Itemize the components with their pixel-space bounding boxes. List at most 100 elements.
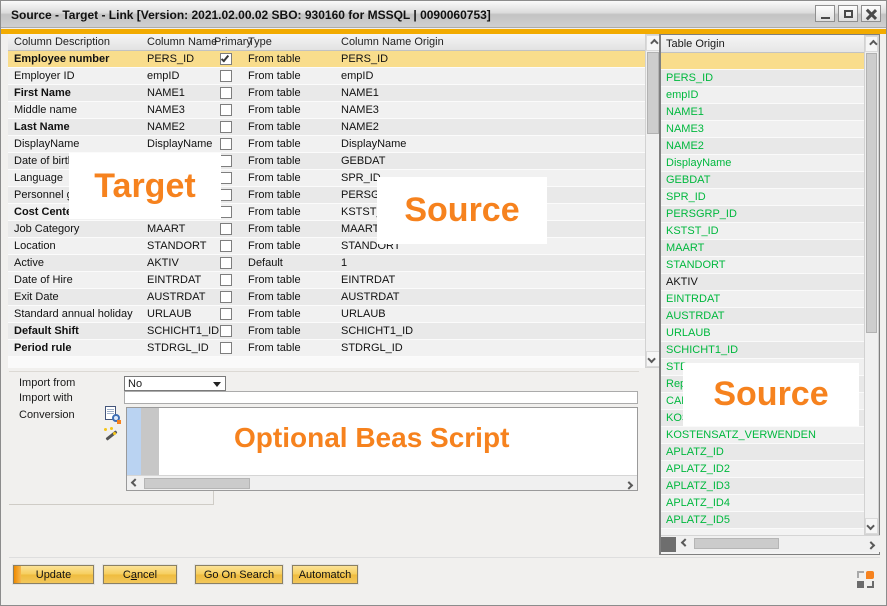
origin-list-item[interactable]: MAART [661,240,864,257]
editor-scroll-right-button[interactable] [622,477,636,490]
origin-list-item[interactable]: APLATZ_ID [661,444,864,461]
primary-checkbox[interactable] [220,274,232,286]
editor-hscrollbar-thumb[interactable] [144,478,250,489]
origin-list-item[interactable]: NAME1 [661,104,864,121]
origin-list-item[interactable]: NAME3 [661,121,864,138]
origin-list-item[interactable]: APLATZ_ID4 [661,495,864,512]
origin-item-label: MAART [666,242,704,254]
automatch-button[interactable]: Automatch [292,565,358,584]
origin-list-item[interactable]: EINTRDAT [661,291,864,308]
origin-list-item[interactable]: APLATZ_ID3 [661,478,864,495]
header-type[interactable]: Type [248,36,272,48]
table-row[interactable]: Last NameNAME2From tableNAME2 [8,119,645,136]
primary-checkbox[interactable] [220,87,232,99]
origin-list-item[interactable]: URLAUB [661,325,864,342]
editor-scroll-left-button[interactable] [128,477,142,490]
origin-list-item[interactable]: NAME2 [661,138,864,155]
import-from-dropdown[interactable]: No [124,376,226,391]
primary-checkbox[interactable] [220,223,232,235]
origin-list-item[interactable]: PERS_ID [661,70,864,87]
table-row[interactable]: DisplayNameDisplayNameFrom tableDisplayN… [8,136,645,153]
table-origin-header[interactable]: Table Origin [661,35,864,53]
close-icon [866,9,876,19]
panel-horizontal-scrollbar[interactable] [661,535,880,552]
panel-hscrollbar-thumb[interactable] [694,538,779,549]
grid-scroll-down-button[interactable] [646,351,660,367]
table-row[interactable]: Date of HireEINTRDATFrom tableEINTRDAT [8,272,645,289]
panel-scroll-up-button[interactable] [865,36,878,52]
expand-form-button[interactable] [857,571,874,588]
primary-checkbox[interactable] [220,240,232,252]
primary-checkbox[interactable] [220,104,232,116]
origin-list-item[interactable]: KSTST_ID [661,223,864,240]
origin-list-item[interactable]: SPR_ID [661,189,864,206]
update-button[interactable]: Update [13,565,94,584]
primary-checkbox[interactable] [220,325,232,337]
cell-origin: URLAUB [341,308,386,320]
header-column-description[interactable]: Column Description [14,36,110,48]
maximize-button[interactable] [838,5,858,22]
origin-list-item[interactable]: APLATZ_ID2 [661,461,864,478]
primary-checkbox[interactable] [220,53,232,65]
table-row[interactable]: LocationSTANDORTFrom tableSTANDORT [8,238,645,255]
table-row[interactable]: Middle nameNAME3From tableNAME3 [8,102,645,119]
grid-scrollbar-thumb[interactable] [647,52,659,134]
origin-list-item[interactable]: AKTIV [661,274,864,291]
cell-type: From table [248,53,301,65]
primary-checkbox[interactable] [220,189,232,201]
primary-checkbox[interactable] [220,138,232,150]
cell-type: From table [248,325,301,337]
preview-script-button[interactable] [103,406,120,423]
editor-horizontal-scrollbar[interactable] [127,475,637,490]
origin-item-label: APLATZ_ID5 [666,514,730,526]
table-row[interactable]: Exit DateAUSTRDATFrom tableAUSTRDAT [8,289,645,306]
header-column-name-origin[interactable]: Column Name Origin [341,36,444,48]
import-with-input[interactable] [124,391,638,404]
primary-checkbox[interactable] [220,257,232,269]
script-wizard-button[interactable] [103,427,120,444]
panel-scrollbar-thumb[interactable] [866,53,877,333]
table-row[interactable]: First NameNAME1From tableNAME1 [8,85,645,102]
primary-checkbox[interactable] [220,121,232,133]
table-row[interactable]: ActiveAKTIVDefault1 [8,255,645,272]
table-row[interactable]: Default ShiftSCHICHT1_IDFrom tableSCHICH… [8,323,645,340]
title-bar[interactable]: Source - Target - Link [Version: 2021.02… [1,1,886,28]
primary-checkbox[interactable] [220,342,232,354]
origin-list-item[interactable]: AUSTRDAT [661,308,864,325]
origin-list-item[interactable]: APLATZ_ID5 [661,512,864,529]
panel-scroll-down-button[interactable] [865,518,878,534]
sparkle-icon [110,427,113,430]
panel-scroll-left-button[interactable] [678,537,692,550]
grid-scroll-up-button[interactable] [646,35,660,51]
table-row[interactable]: Standard annual holidayURLAUBFrom tableU… [8,306,645,323]
primary-checkbox[interactable] [220,291,232,303]
panel-vertical-scrollbar[interactable] [864,35,879,535]
table-row[interactable]: Employee numberPERS_IDFrom tablePERS_ID [8,51,645,68]
panel-scroll-right-button[interactable] [864,537,878,550]
origin-item-label: NAME2 [666,140,704,152]
origin-list-item[interactable]: GEBDAT [661,172,864,189]
primary-checkbox[interactable] [220,155,232,167]
cell-origin: SCHICHT1_ID [341,325,413,337]
primary-checkbox[interactable] [220,70,232,82]
header-primary[interactable]: Primary [214,36,252,48]
minimize-button[interactable] [815,5,835,22]
origin-list-item[interactable]: KOSTENSATZ_VERWENDEN [661,427,864,444]
expand-icon [857,571,864,578]
table-row[interactable]: Period ruleSTDRGL_IDFrom tableSTDRGL_ID [8,340,645,357]
go-on-search-button[interactable]: Go On Search [195,565,283,584]
primary-checkbox[interactable] [220,206,232,218]
cancel-button[interactable]: Cancel [103,565,177,584]
origin-list-item[interactable]: SCHICHT1_ID [661,342,864,359]
table-row[interactable]: Job CategoryMAARTFrom tableMAART [8,221,645,238]
origin-list-item[interactable]: empID [661,87,864,104]
primary-checkbox[interactable] [220,172,232,184]
table-row[interactable]: Employer IDempIDFrom tableempID [8,68,645,85]
primary-checkbox[interactable] [220,308,232,320]
origin-list-item[interactable]: PERSGRP_ID [661,206,864,223]
origin-list-item[interactable] [661,53,864,70]
close-button[interactable] [861,5,881,22]
origin-list-item[interactable]: DisplayName [661,155,864,172]
origin-list-item[interactable]: STANDORT [661,257,864,274]
header-column-name[interactable]: Column Name [147,36,217,48]
